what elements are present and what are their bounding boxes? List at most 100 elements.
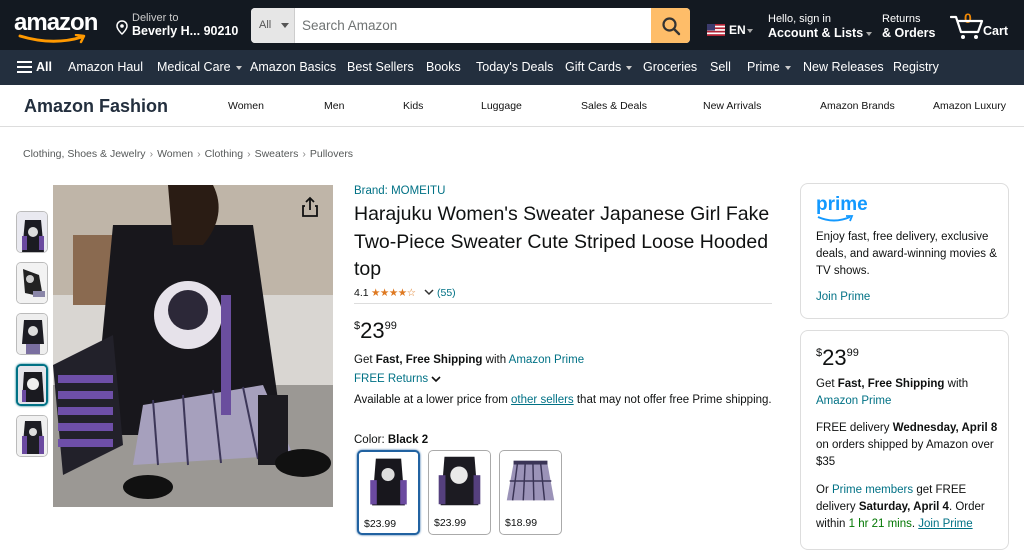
buybox-price: $2399	[816, 345, 859, 370]
prime-promo-box: prime Enjoy fast, free delivery, exclusi…	[800, 183, 1009, 319]
breadcrumb-item[interactable]: Sweaters	[255, 148, 299, 160]
hamburger-menu-icon	[17, 61, 32, 73]
subnav-item-amazon-basics[interactable]: Amazon Basics	[250, 60, 336, 74]
prime-logo: prime	[816, 194, 868, 222]
subnav-item-gift-cards[interactable]: Gift Cards	[565, 60, 633, 74]
fashion-nav-kids[interactable]: Kids	[403, 100, 423, 112]
subnav-item-amazon-haul[interactable]: Amazon Haul	[68, 60, 143, 74]
share-button[interactable]	[297, 194, 323, 220]
free-returns-label: FREE Returns	[354, 373, 429, 385]
fashion-nav-amazon-luxury[interactable]: Amazon Luxury	[933, 100, 1006, 112]
fashion-nav-amazon-brands[interactable]: Amazon Brands	[820, 100, 895, 112]
fashion-nav-women[interactable]: Women	[228, 100, 264, 112]
color-selection-label: Color: Black 2	[354, 434, 429, 446]
fashion-nav-sales-deals[interactable]: Sales & Deals	[581, 100, 647, 112]
chevron-down-icon	[866, 31, 873, 36]
selected-color-value: Black 2	[387, 434, 429, 446]
product-photo	[53, 185, 333, 507]
search-icon	[661, 16, 680, 35]
amazon-fashion-navigation: Amazon Fashion Women Men Kids Luggage Sa…	[0, 85, 1024, 127]
product-thumbnail[interactable]	[16, 313, 48, 355]
chevron-down-icon	[281, 23, 289, 28]
price-symbol: $	[354, 320, 361, 332]
chevron-down-icon[interactable]	[424, 287, 434, 297]
search-bar: All	[251, 8, 690, 43]
account-greeting: Hello, sign in	[768, 13, 831, 25]
fashion-nav-new-arrivals[interactable]: New Arrivals	[703, 100, 761, 112]
breadcrumb-item[interactable]: Women	[157, 148, 193, 160]
search-input[interactable]	[295, 8, 651, 43]
chevron-down-icon	[235, 65, 242, 70]
product-main-image[interactable]	[53, 185, 333, 507]
buybox-delivery-info: FREE delivery Wednesday, April 8 on orde…	[816, 422, 998, 468]
amazon-prime-link[interactable]: Amazon Prime	[509, 354, 584, 366]
product-thumbnail[interactable]	[16, 262, 48, 304]
product-thumbnail[interactable]	[16, 415, 48, 457]
chevron-down-icon	[747, 29, 753, 33]
cart-button[interactable]: 0 Cart	[948, 8, 1014, 42]
subnav-item-label: Prime	[747, 60, 780, 74]
rating-value: 4.1	[354, 287, 369, 299]
prime-smile-icon	[817, 215, 854, 222]
product-thumbnail[interactable]	[16, 211, 48, 253]
countdown-timer: 1 hr 21 mins	[848, 518, 912, 530]
other-sellers-link[interactable]: other sellers	[511, 394, 574, 406]
price-whole: 23	[360, 318, 385, 343]
search-category-label: All	[259, 19, 272, 31]
fashion-nav-men[interactable]: Men	[324, 100, 344, 112]
account-lists-label: Account & Lists	[768, 26, 864, 40]
delivery-date: Wednesday, April 8	[892, 422, 998, 434]
buybox-fast-delivery: Or Prime members get FREE delivery Satur…	[816, 484, 985, 530]
amazon-smile-icon	[18, 34, 86, 44]
prime-description: Enjoy fast, free delivery, exclusive dea…	[816, 231, 997, 277]
breadcrumb-item[interactable]: Clothing, Shoes & Jewelry	[23, 148, 146, 160]
star-rating-icon[interactable]: ★★★★☆	[371, 287, 416, 299]
subnav-item-books[interactable]: Books	[426, 60, 461, 74]
search-button[interactable]	[651, 8, 690, 43]
fashion-nav-luggage[interactable]: Luggage	[481, 100, 522, 112]
free-returns-dropdown[interactable]: FREE Returns	[354, 373, 441, 385]
prime-members-link[interactable]: Prime members	[832, 484, 913, 496]
all-menu-label: All	[36, 60, 52, 74]
subnav-item-todays-deals[interactable]: Today's Deals	[476, 60, 553, 74]
location-pin-icon	[116, 20, 128, 35]
swatch-image	[500, 451, 561, 511]
subnav-item-best-sellers[interactable]: Best Sellers	[347, 60, 414, 74]
share-icon	[302, 196, 318, 217]
search-category-dropdown[interactable]: All	[251, 8, 295, 43]
brand-link[interactable]: Brand: MOMEITU	[354, 185, 445, 197]
review-count-link[interactable]: (55)	[437, 287, 456, 299]
all-menu-button[interactable]: All	[17, 60, 52, 74]
orders-label: & Orders	[882, 26, 936, 40]
amazon-logo[interactable]: amazon	[14, 9, 104, 44]
subnav-item-prime[interactable]: Prime	[747, 60, 791, 74]
join-prime-link[interactable]: Join Prime	[918, 518, 972, 530]
amazon-prime-link[interactable]: Amazon Prime	[816, 395, 891, 407]
language-code: EN	[729, 23, 746, 37]
us-flag-icon	[707, 24, 725, 36]
divider	[354, 303, 772, 304]
subnav-item-new-releases[interactable]: New Releases	[803, 60, 884, 74]
subnav-item-sell[interactable]: Sell	[710, 60, 731, 74]
color-swatch-selected[interactable]: $23.99	[357, 450, 420, 535]
cart-label: Cart	[983, 24, 1009, 38]
account-and-lists[interactable]: Hello, sign in Account & Lists	[768, 13, 873, 41]
deliver-to-label: Deliver to	[132, 12, 179, 24]
product-title: Harajuku Women's Sweater Japanese Girl F…	[354, 203, 770, 280]
subnav-item-medical-care[interactable]: Medical Care	[157, 60, 242, 74]
deliver-to-location[interactable]: Deliver to Beverly H... 90210	[116, 12, 240, 40]
subnav-item-registry[interactable]: Registry	[893, 60, 939, 74]
returns-and-orders[interactable]: Returns & Orders	[882, 13, 942, 41]
amazon-fashion-home-link[interactable]: Amazon Fashion	[24, 96, 168, 117]
breadcrumb-item[interactable]: Pullovers	[310, 148, 353, 160]
subnav-item-groceries[interactable]: Groceries	[643, 60, 697, 74]
color-swatch[interactable]: $18.99	[499, 450, 562, 535]
top-navigation-bar: amazon Deliver to Beverly H... 90210 All	[0, 0, 1024, 50]
product-thumbnail-selected[interactable]	[16, 364, 48, 406]
color-swatch[interactable]: $23.99	[428, 450, 491, 535]
swatch-price: $23.99	[364, 518, 397, 530]
join-prime-link[interactable]: Join Prime	[816, 291, 870, 303]
breadcrumb-item[interactable]: Clothing	[205, 148, 244, 160]
buybox-shipping: Get Fast, Free Shipping with Amazon Prim…	[816, 378, 969, 407]
cart-icon	[950, 15, 984, 39]
